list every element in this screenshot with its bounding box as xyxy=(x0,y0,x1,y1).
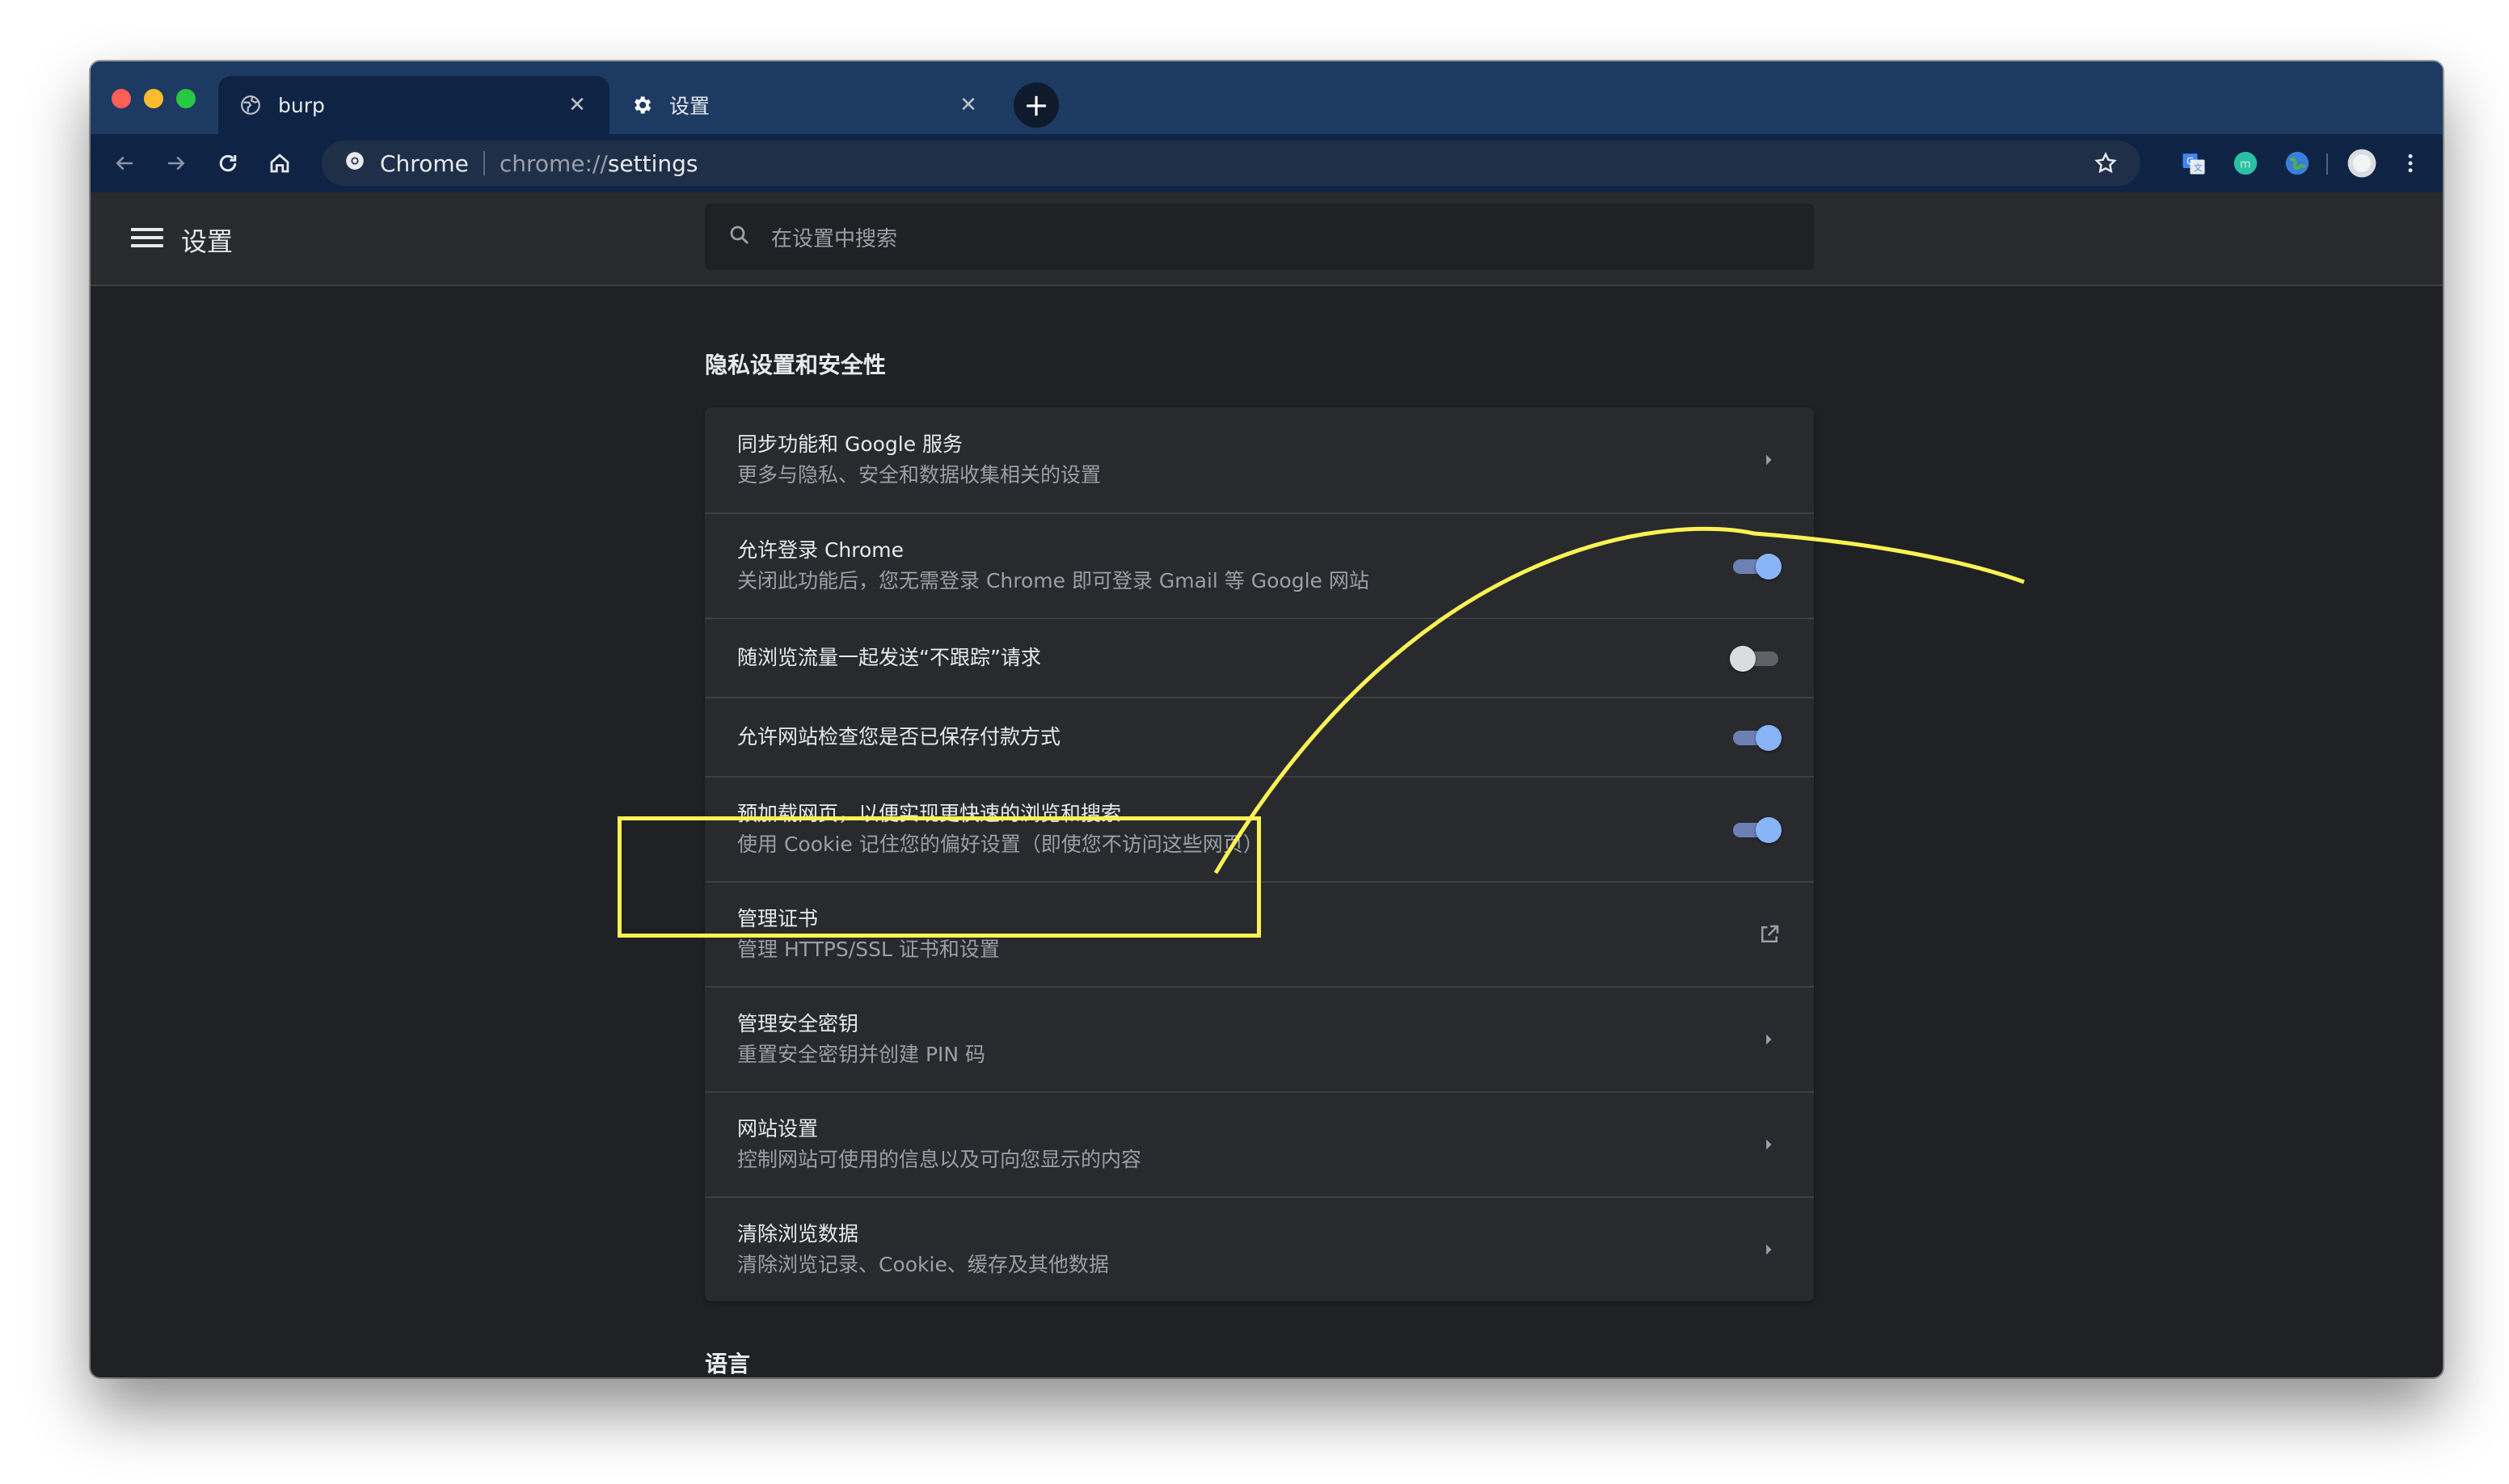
annotation-curve xyxy=(1213,526,2025,875)
